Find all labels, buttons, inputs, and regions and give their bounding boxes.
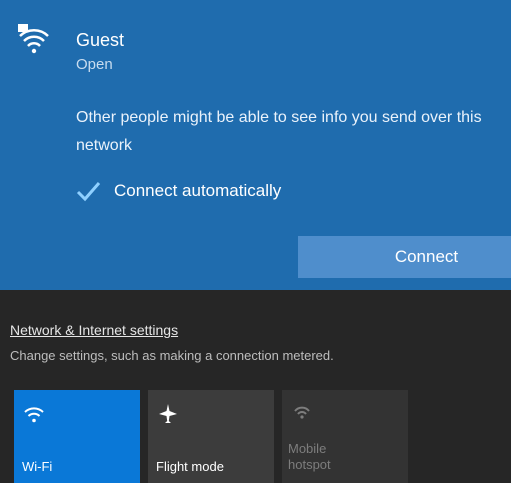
network-settings-description: Change settings, such as making a connec…: [10, 348, 334, 363]
quick-action-flight-mode[interactable]: Flight mode: [148, 390, 274, 483]
network-name: Guest: [76, 30, 125, 50]
quick-action-wifi[interactable]: Wi-Fi: [14, 390, 140, 483]
hotspot-icon: [294, 406, 310, 419]
connect-button[interactable]: Connect: [298, 236, 511, 278]
checkmark-icon: [76, 182, 101, 202]
auto-connect-checkbox[interactable]: Connect automatically: [74, 176, 281, 206]
wifi-icon: [24, 407, 44, 423]
auto-connect-label: Connect automatically: [114, 181, 282, 200]
wifi-open-icon: [18, 24, 49, 54]
network-flyout: Guest Open Other people might be able to…: [0, 0, 511, 483]
quick-action-label: Flight mode: [156, 459, 224, 474]
network-card-guest[interactable]: Guest Open Other people might be able to…: [0, 0, 511, 290]
quick-action-label: Wi-Fi: [22, 459, 53, 474]
network-settings-link[interactable]: Network & Internet settings: [10, 322, 178, 338]
quick-action-mobile-hotspot: Mobile hotspot: [282, 390, 408, 483]
network-warning-text: Other people might be able to see info y…: [76, 109, 482, 154]
quick-action-label: Mobile hotspot: [288, 441, 331, 472]
network-security-status: Open: [76, 56, 113, 73]
airplane-icon: [159, 404, 177, 423]
